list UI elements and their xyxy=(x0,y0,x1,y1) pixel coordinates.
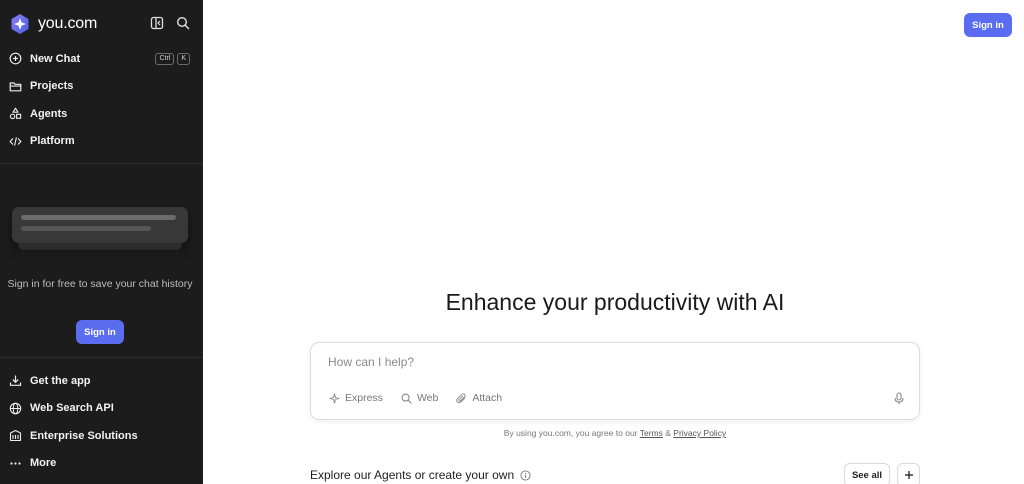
sidebar-nav: New Chat Ctrl K Projects Agents Platform xyxy=(0,45,203,155)
sidebar-divider xyxy=(0,357,203,358)
sidebar-divider xyxy=(0,163,203,164)
sidebar-item-agents[interactable]: Agents xyxy=(0,100,203,128)
brand-name: you.com xyxy=(38,15,98,32)
attach-button[interactable]: Attach xyxy=(456,392,502,404)
placeholder-line xyxy=(21,215,176,220)
search-icon xyxy=(401,393,412,404)
sidebar: you.com New Chat Ctrl K Projects Agents … xyxy=(0,0,203,484)
sidebar-item-label: Get the app xyxy=(30,374,91,387)
privacy-policy-link[interactable]: Privacy Policy xyxy=(673,428,726,438)
sidebar-item-label: Enterprise Solutions xyxy=(30,429,138,442)
sidebar-item-label: Web Search API xyxy=(30,402,114,415)
chat-input-placeholder[interactable]: How can I help? xyxy=(328,355,414,369)
sidebar-signin-button[interactable]: Sign in xyxy=(76,320,124,344)
info-icon[interactable] xyxy=(520,469,531,481)
sidebar-item-label: Agents xyxy=(30,107,68,120)
download-icon xyxy=(9,375,22,387)
sidebar-bottom-nav: Get the app Web Search API Enterprise So… xyxy=(0,367,203,477)
sidebar-item-projects[interactable]: Projects xyxy=(0,73,203,101)
placeholder-shadow xyxy=(18,243,182,250)
placeholder-line xyxy=(21,226,151,231)
collapse-sidebar-icon[interactable] xyxy=(150,16,164,30)
tool-label: Attach xyxy=(472,392,503,404)
chat-input-box[interactable]: How can I help? Express Web Attach xyxy=(310,342,920,420)
header-signin-button[interactable]: Sign in xyxy=(964,13,1012,37)
explore-agents-heading: Explore our Agents or create your own xyxy=(310,468,531,482)
code-icon xyxy=(9,137,22,146)
sidebar-item-label: Projects xyxy=(30,80,74,93)
paperclip-icon xyxy=(456,392,466,403)
terms-link[interactable]: Terms xyxy=(640,428,663,438)
microphone-icon[interactable] xyxy=(893,392,905,405)
sidebar-item-get-app[interactable]: Get the app xyxy=(0,367,203,395)
explore-title: Explore our Agents or create your own xyxy=(310,468,515,482)
page-headline: Enhance your productivity with AI xyxy=(445,289,785,315)
tool-label: Web xyxy=(416,392,439,404)
globe-icon xyxy=(9,402,22,414)
sidebar-item-label: More xyxy=(30,457,57,470)
sidebar-item-web-search-api[interactable]: Web Search API xyxy=(0,395,203,423)
create-agent-button[interactable] xyxy=(897,463,920,484)
shortcut-key: Ctrl xyxy=(155,52,175,65)
shapes-icon xyxy=(9,107,22,120)
sidebar-item-label: New Chat xyxy=(30,52,81,65)
web-mode-button[interactable]: Web xyxy=(401,392,438,404)
terms-prefix: By using you.com, you agree to our xyxy=(503,428,638,438)
ellipsis-icon xyxy=(10,462,21,465)
signin-prompt: Sign in for free to save your chat histo… xyxy=(7,278,193,290)
building-icon xyxy=(9,430,22,442)
sparkle-icon xyxy=(329,392,340,404)
plus-icon xyxy=(904,471,913,479)
keyboard-shortcut: Ctrl K xyxy=(155,52,190,65)
sidebar-item-label: Platform xyxy=(30,135,75,148)
chat-tools: Express Web Attach xyxy=(329,392,502,404)
see-all-button[interactable]: See all xyxy=(844,463,890,484)
shortcut-key: K xyxy=(177,52,190,65)
terms-ampersand: & xyxy=(665,428,671,438)
plus-circle-icon xyxy=(9,52,22,65)
sidebar-item-more[interactable]: More xyxy=(0,450,203,478)
sidebar-item-new-chat[interactable]: New Chat Ctrl K xyxy=(0,45,203,73)
sidebar-item-enterprise[interactable]: Enterprise Solutions xyxy=(0,422,203,450)
terms-notice: By using you.com, you agree to our Terms… xyxy=(310,428,920,438)
sidebar-item-platform[interactable]: Platform xyxy=(0,128,203,156)
you-logo-icon xyxy=(11,14,29,34)
chat-history-placeholder xyxy=(12,207,188,250)
tool-label: Express xyxy=(345,392,383,404)
express-mode-button[interactable]: Express xyxy=(329,392,383,404)
brand-logo-link[interactable]: you.com xyxy=(9,12,97,36)
folder-icon xyxy=(9,82,22,92)
search-icon[interactable] xyxy=(176,16,190,30)
